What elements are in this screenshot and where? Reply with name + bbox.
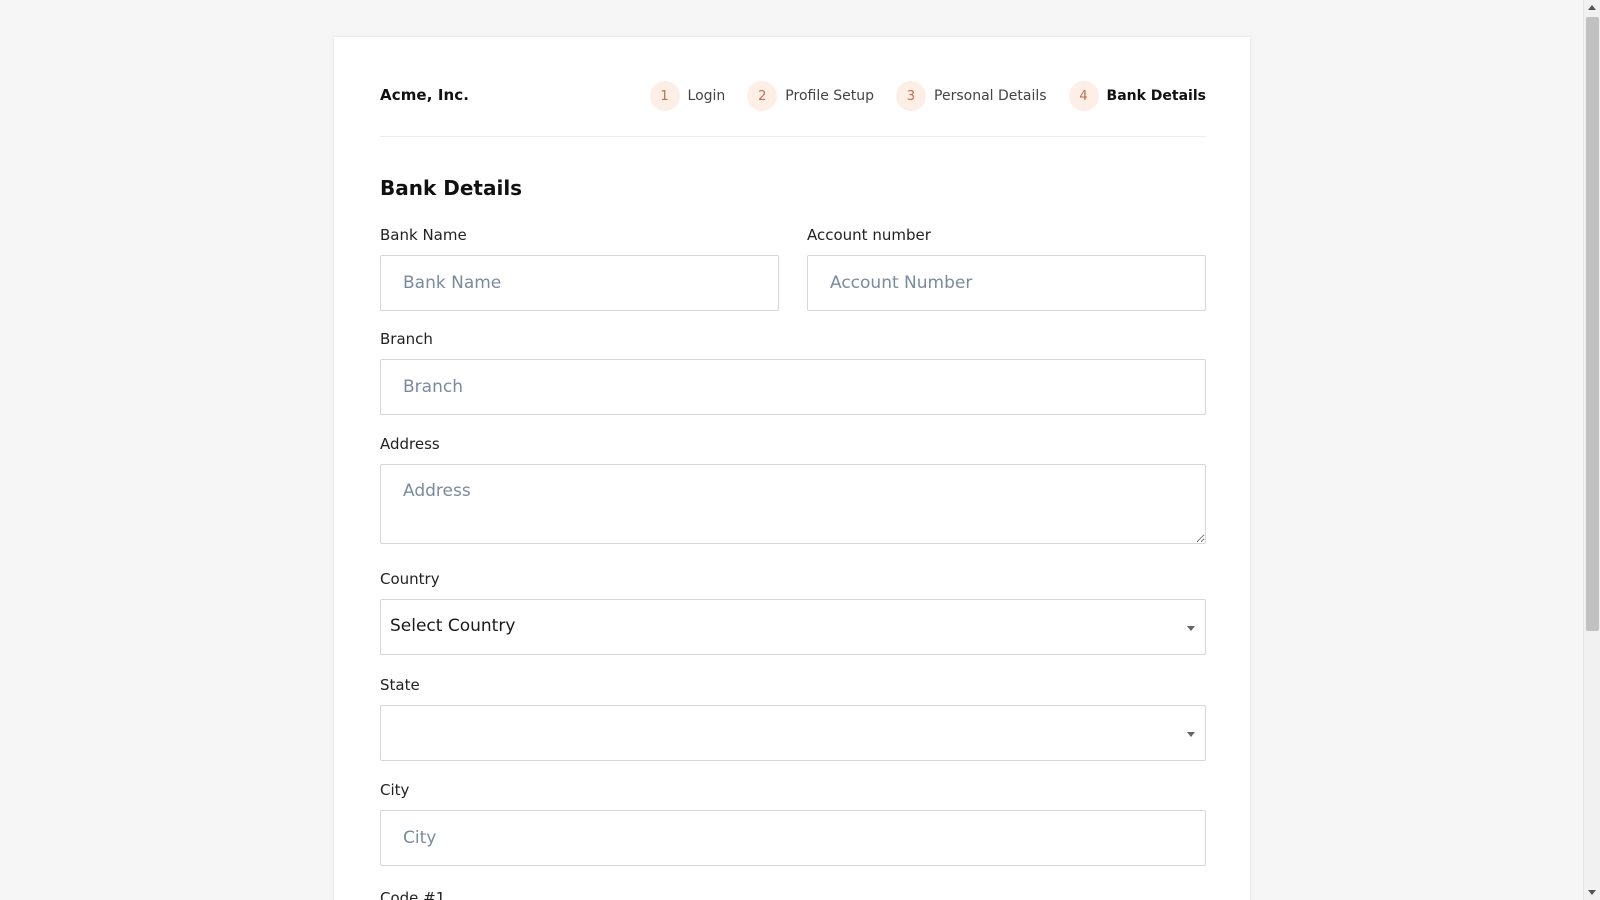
branch-label: Branch	[380, 330, 433, 348]
country-select[interactable]: Select Country	[380, 599, 1206, 655]
vertical-scrollbar[interactable]	[1583, 0, 1600, 900]
step-number-2: 2	[747, 81, 778, 111]
address-label: Address	[380, 435, 440, 453]
step-personal-details[interactable]: 3 Personal Details	[896, 81, 1047, 111]
step-number-4: 4	[1068, 81, 1099, 111]
country-label: Country	[380, 570, 440, 588]
scrollbar-thumb[interactable]	[1586, 17, 1599, 631]
account-number-input[interactable]	[807, 255, 1206, 311]
page-viewport: Acme, Inc. 1 Login 2 Profile Setup 3 Per…	[0, 0, 1600, 900]
branch-input[interactable]	[380, 359, 1206, 415]
step-login[interactable]: 1 Login	[649, 81, 726, 111]
chevron-down-icon	[1187, 732, 1195, 737]
city-label: City	[380, 781, 410, 799]
step-bank-details[interactable]: 4 Bank Details	[1068, 81, 1206, 111]
bank-name-label: Bank Name	[380, 226, 467, 244]
state-label: State	[380, 676, 420, 694]
form-card: Acme, Inc. 1 Login 2 Profile Setup 3 Per…	[333, 36, 1251, 900]
step-label-login: Login	[687, 88, 726, 104]
step-label-personal-details: Personal Details	[934, 88, 1047, 104]
account-number-label: Account number	[807, 226, 931, 244]
step-number-1: 1	[649, 81, 680, 111]
country-select-value: Select Country	[390, 616, 516, 636]
step-label-bank-details: Bank Details	[1106, 88, 1206, 104]
state-select[interactable]	[380, 705, 1206, 761]
brand-name: Acme, Inc.	[380, 86, 470, 104]
code1-label: Code #1	[380, 889, 446, 900]
step-profile-setup[interactable]: 2 Profile Setup	[747, 81, 874, 111]
city-input[interactable]	[380, 810, 1206, 866]
bank-name-input[interactable]	[380, 255, 779, 311]
step-label-profile-setup: Profile Setup	[785, 88, 875, 104]
step-number-3: 3	[896, 81, 927, 111]
header: Acme, Inc. 1 Login 2 Profile Setup 3 Per…	[380, 81, 1206, 137]
scroll-down-arrow-icon[interactable]	[1588, 890, 1596, 895]
chevron-down-icon	[1187, 626, 1195, 631]
stepper: 1 Login 2 Profile Setup 3 Personal Detai…	[628, 81, 1206, 111]
address-textarea[interactable]	[380, 464, 1206, 544]
section-title: Bank Details	[380, 176, 523, 200]
scroll-up-arrow-icon[interactable]	[1588, 5, 1596, 10]
